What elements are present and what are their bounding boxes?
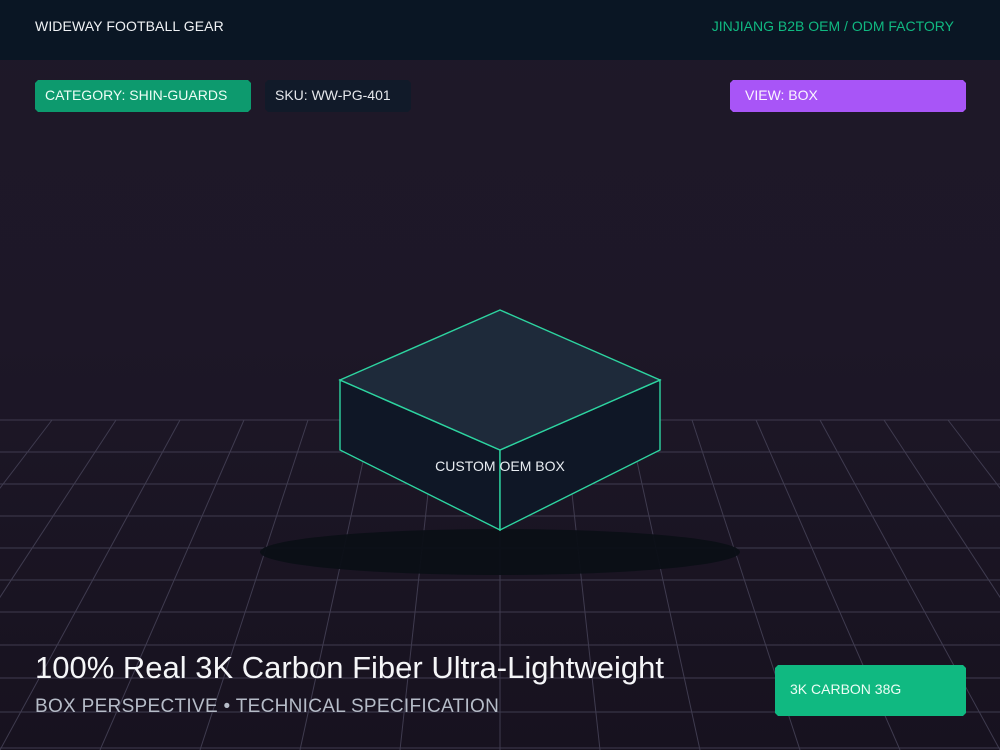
box-label: CUSTOM OEM BOX xyxy=(435,458,565,474)
product-subline: BOX PERSPECTIVE • TECHNICAL SPECIFICATIO… xyxy=(35,696,500,717)
product-headline: 100% Real 3K Carbon Fiber Ultra-Lightwei… xyxy=(35,650,664,685)
spec-badge[interactable]: 3K CARBON 38G xyxy=(775,665,966,716)
product-box[interactable] xyxy=(338,309,662,532)
box-shadow xyxy=(260,529,740,575)
product-3d-viewport[interactable] xyxy=(0,0,1000,750)
grid-column-line xyxy=(627,419,701,750)
